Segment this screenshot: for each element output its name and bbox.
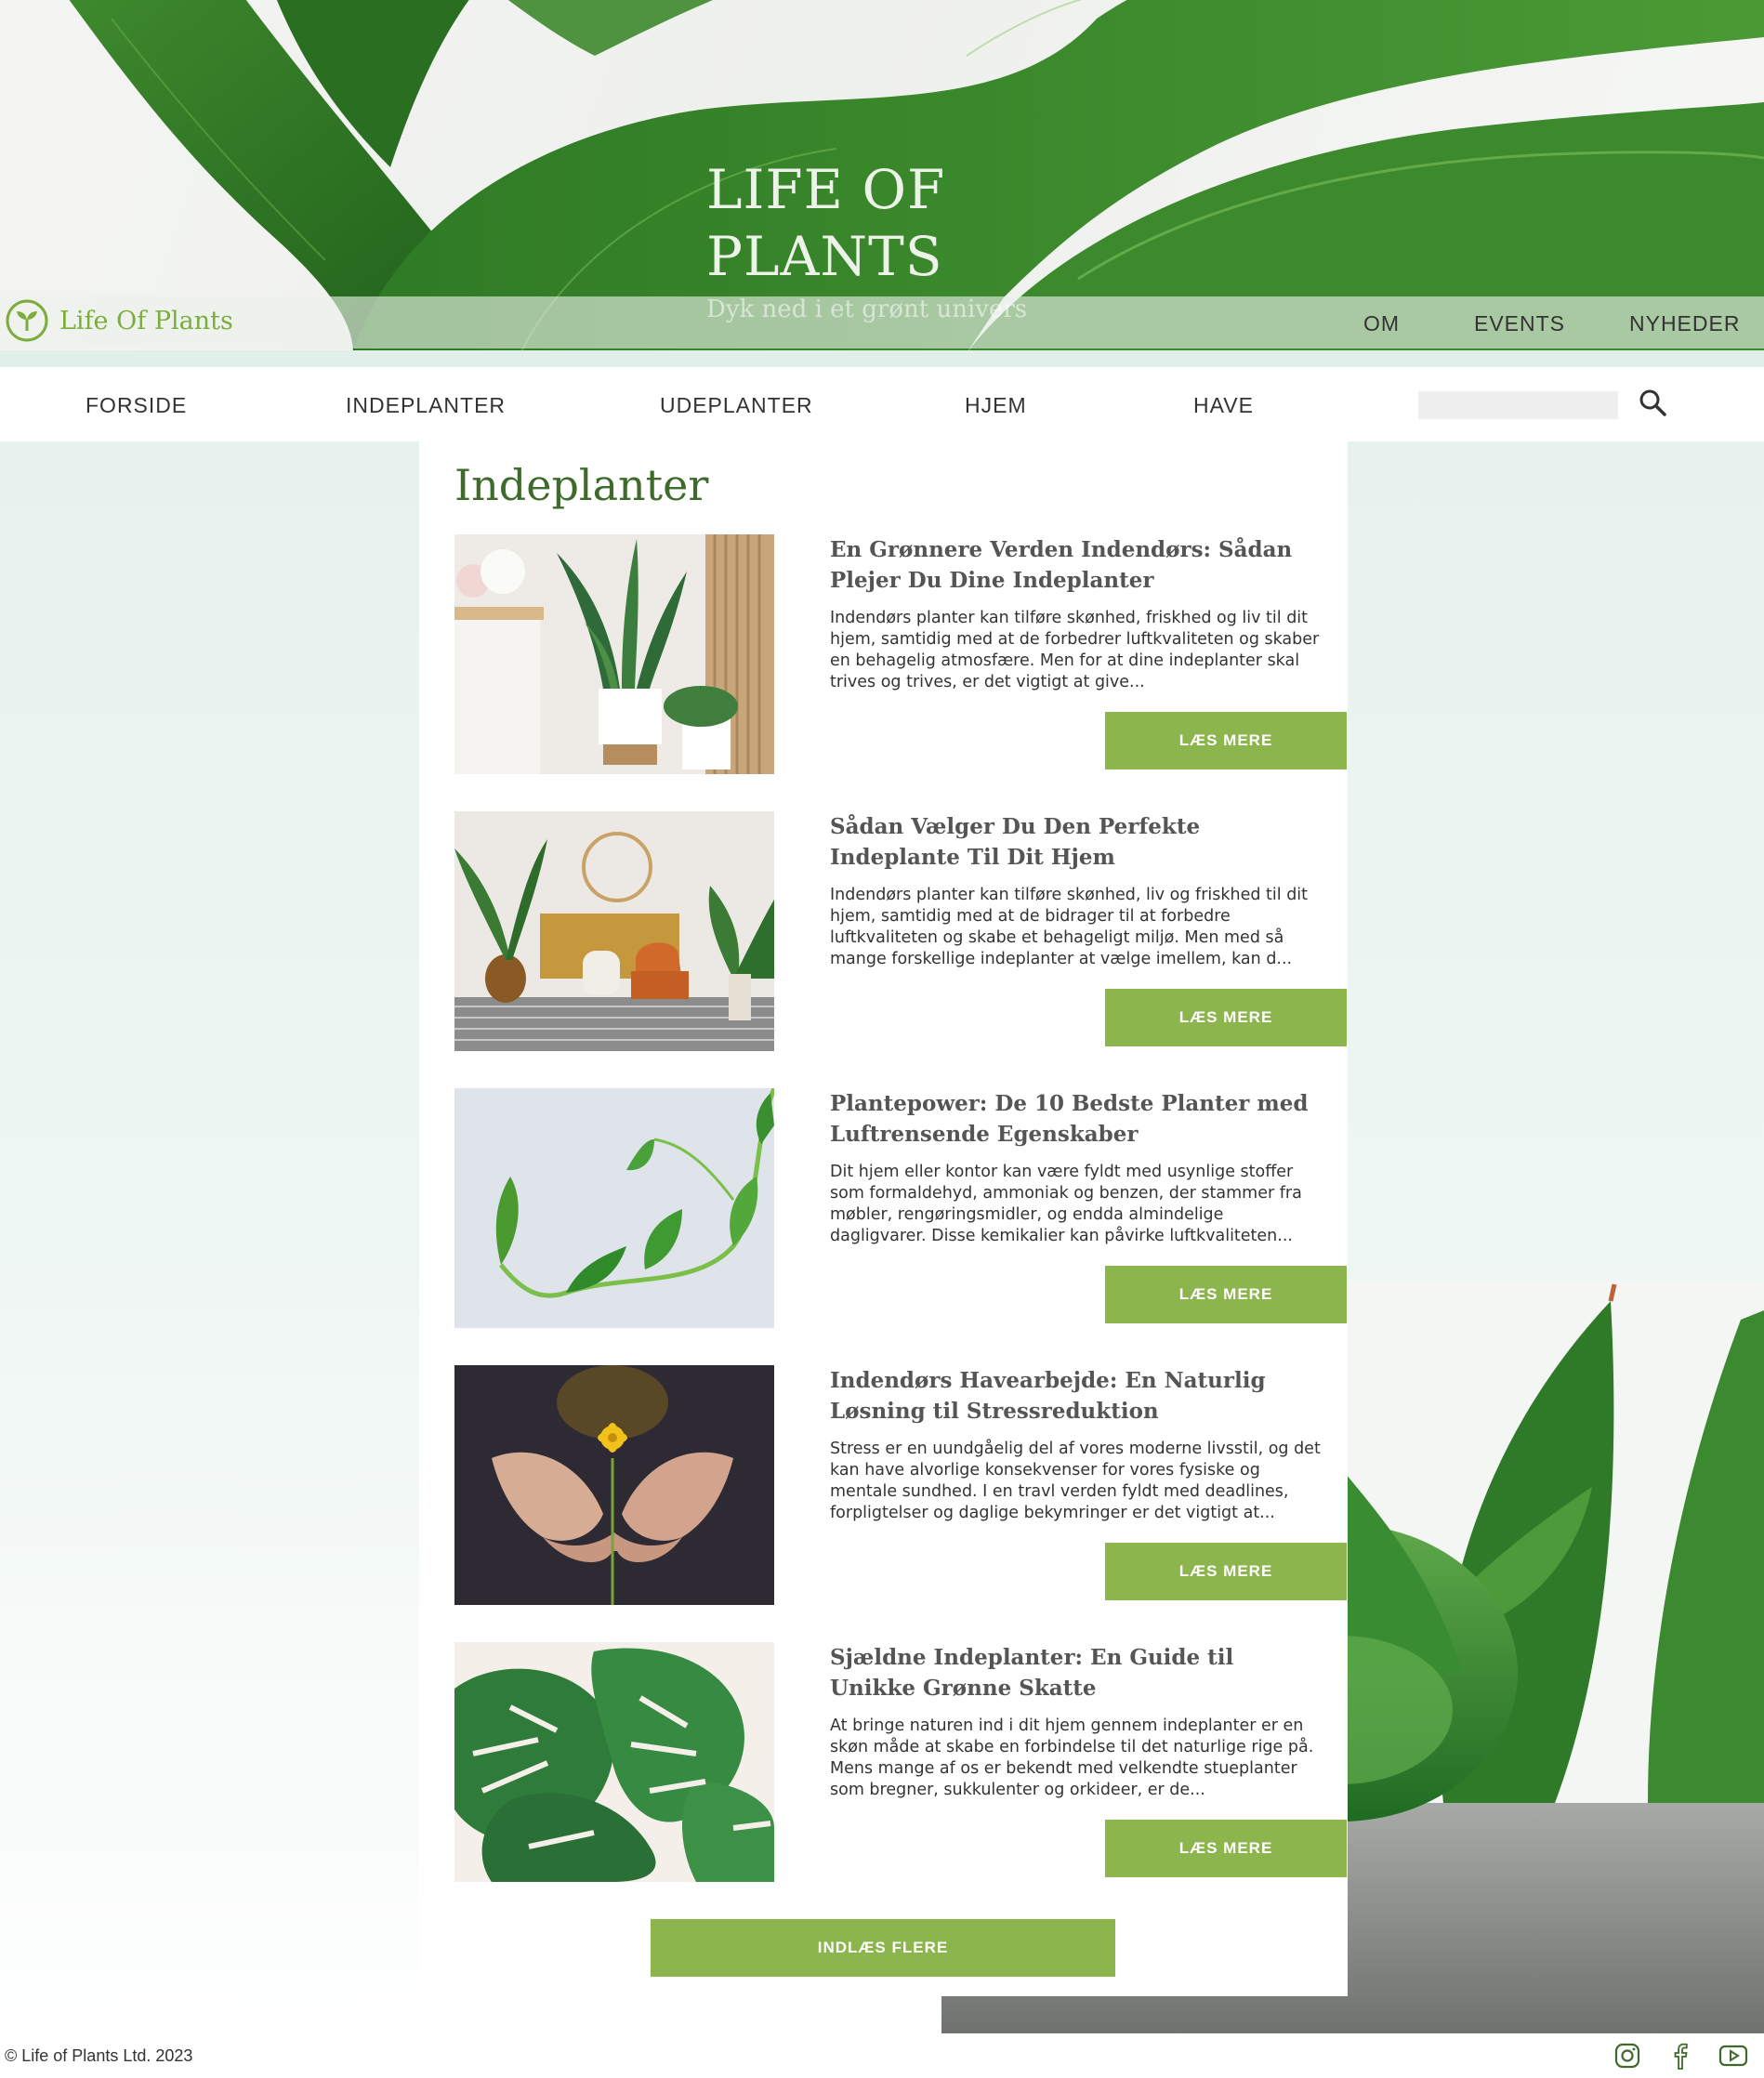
article-image-snake-plant[interactable] xyxy=(454,534,774,774)
copyright-text: © Life of Plants Ltd. 2023 xyxy=(5,2046,193,2065)
search-icon[interactable] xyxy=(1638,388,1667,417)
read-more-button[interactable]: LÆS MERE xyxy=(1105,1266,1347,1323)
nav-udeplanter[interactable]: UDEPLANTER xyxy=(660,393,813,418)
nav-indeplanter[interactable]: INDEPLANTER xyxy=(346,393,506,418)
load-more-button[interactable]: INDLÆS FLERE xyxy=(651,1919,1115,1977)
facebook-icon[interactable] xyxy=(1665,2041,1695,2071)
read-more-button[interactable]: LÆS MERE xyxy=(1105,1820,1347,1877)
article-excerpt: Indendørs planter kan tilføre skønhed, l… xyxy=(830,886,1309,968)
article-title[interactable]: Sjældne Indeplanter: En Guide til Unikke… xyxy=(830,1642,1323,1703)
article-title[interactable]: Plantepower: De 10 Bedste Planter med Lu… xyxy=(830,1088,1323,1150)
article-title[interactable]: Indendørs Havearbejde: En Naturlig Løsni… xyxy=(830,1365,1323,1427)
article-card: Sjældne Indeplanter: En Guide til Unikke… xyxy=(454,1642,1347,1882)
instagram-icon[interactable] xyxy=(1613,2041,1642,2071)
topnav-om[interactable]: OM xyxy=(1363,311,1400,336)
article-title[interactable]: En Grønnere Verden Indendørs: Sådan Plej… xyxy=(830,534,1323,596)
topnav-events[interactable]: EVENTS xyxy=(1474,311,1565,336)
logo[interactable]: Life Of Plants xyxy=(6,299,233,342)
content-card: Indeplanter En Grønnere Verden Indendørs… xyxy=(419,441,1348,1996)
search-input[interactable] xyxy=(1418,391,1618,419)
hero-subtitle: Dyk ned i et grønt univers xyxy=(706,296,1028,323)
article-card: Sådan Vælger Du Den Perfekte Indeplante … xyxy=(454,811,1347,1051)
youtube-icon[interactable] xyxy=(1718,2041,1748,2071)
article-excerpt: At bringe naturen ind i dit hjem gennem … xyxy=(830,1716,1314,1799)
article-image-pothos-vine[interactable] xyxy=(454,1088,774,1328)
article-card: Plantepower: De 10 Bedste Planter med Lu… xyxy=(454,1088,1347,1328)
sprout-icon xyxy=(6,299,48,342)
article-excerpt: Stress er en uundgåelig del af vores mod… xyxy=(830,1440,1321,1522)
section-title: Indeplanter xyxy=(454,460,709,510)
hero-title: LIFE OF PLANTS xyxy=(706,158,946,288)
article-card: En Grønnere Verden Indendørs: Sådan Plej… xyxy=(454,534,1347,774)
article-image-hands-flower[interactable] xyxy=(454,1365,774,1605)
nav-have[interactable]: HAVE xyxy=(1193,393,1254,418)
nav-forside[interactable]: FORSIDE xyxy=(86,393,187,418)
article-card: Indendørs Havearbejde: En Naturlig Løsni… xyxy=(454,1365,1347,1605)
read-more-button[interactable]: LÆS MERE xyxy=(1105,1543,1347,1600)
read-more-button[interactable]: LÆS MERE xyxy=(1105,989,1347,1046)
article-image-living-room[interactable] xyxy=(454,811,774,1051)
logo-text: Life Of Plants xyxy=(59,306,233,335)
article-excerpt: Dit hjem eller kontor kan være fyldt med… xyxy=(830,1163,1302,1245)
nav-hjem[interactable]: HJEM xyxy=(965,393,1027,418)
article-image-monstera[interactable] xyxy=(454,1642,774,1882)
article-title[interactable]: Sådan Vælger Du Den Perfekte Indeplante … xyxy=(830,811,1323,873)
topnav-nyheder[interactable]: NYHEDER xyxy=(1629,311,1740,336)
hero-divider-band xyxy=(0,350,1764,367)
article-excerpt: Indendørs planter kan tilføre skønhed, f… xyxy=(830,609,1320,691)
main-nav: FORSIDE INDEPLANTER UDEPLANTER HJEM HAVE xyxy=(0,367,1764,441)
read-more-button[interactable]: LÆS MERE xyxy=(1105,712,1347,769)
